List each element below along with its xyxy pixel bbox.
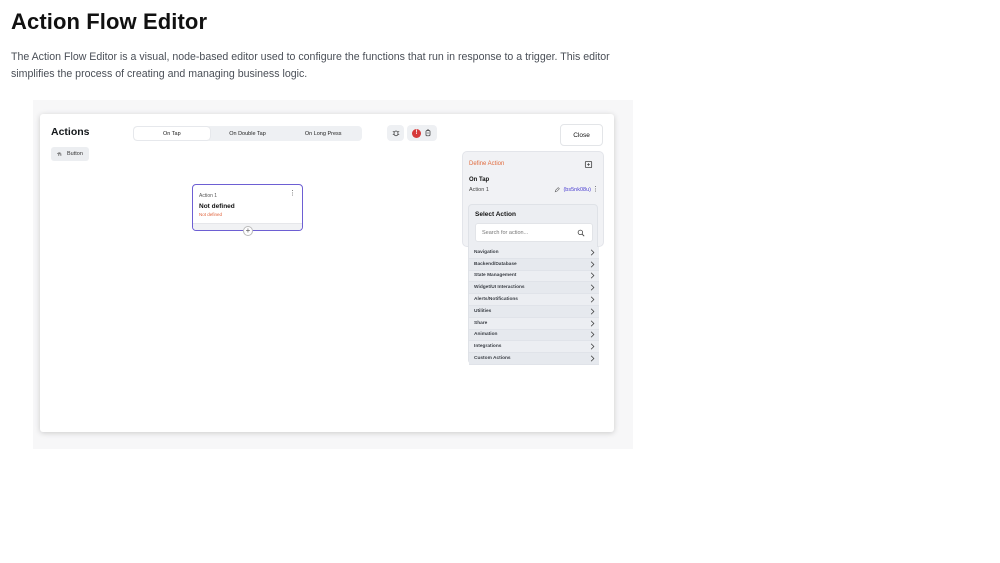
tap-icon <box>57 151 62 156</box>
more-vert-icon[interactable]: ⋮ <box>289 190 296 197</box>
edit-icon <box>555 187 561 193</box>
category-widget-ui-interactions[interactable]: Widget/UI Interactions <box>469 282 599 295</box>
category-label: Integrations <box>474 344 502 350</box>
category-label: Navigation <box>474 249 499 255</box>
category-share[interactable]: Share <box>469 317 599 330</box>
debug-button[interactable] <box>387 125 404 141</box>
chevron-right-icon <box>590 249 595 256</box>
chevron-right-icon <box>590 272 595 280</box>
add-icon[interactable]: + <box>243 226 253 236</box>
define-trigger: On Tap <box>469 177 490 183</box>
category-label: State Management <box>474 273 517 279</box>
category-label: Widget/UI Interactions <box>474 285 525 291</box>
category-label: Backend/Database <box>474 261 517 267</box>
category-alerts-notifications[interactable]: Alerts/Notifications <box>469 294 599 306</box>
search-input[interactable] <box>482 228 572 238</box>
define-action-title: Define Action <box>469 161 505 167</box>
search-icon <box>577 229 585 237</box>
category-utilities[interactable]: Utilities <box>469 305 599 318</box>
action-id[interactable]: (bs5nk08u) <box>554 187 591 193</box>
widget-chip-label: Button <box>67 151 83 157</box>
chevron-right-icon <box>590 261 595 268</box>
history-icon <box>425 129 431 137</box>
error-icon: ! <box>412 128 421 138</box>
chevron-right-icon <box>590 331 595 339</box>
page-title: Action Flow Editor <box>11 9 208 34</box>
trigger-tabs: On Tap On Double Tap On Long Press <box>133 126 362 141</box>
page-description: The Action Flow Editor is a visual, node… <box>11 51 610 80</box>
select-action-title: Select Action <box>475 211 516 218</box>
category-list: Navigation Backend/Database State Manage… <box>469 247 599 365</box>
action-id-text: (bs5nk08u) <box>563 187 591 193</box>
widget-chip[interactable]: Button <box>51 147 89 161</box>
chevron-right-icon <box>590 296 595 303</box>
action-node[interactable]: Action 1 ⋮ Not defined Not defined <box>192 184 303 231</box>
node-status: Not defined <box>199 212 223 217</box>
node-title: Not defined <box>199 203 235 210</box>
chevron-right-icon <box>590 308 595 315</box>
category-custom-actions[interactable]: Custom Actions <box>469 353 599 365</box>
category-label: Utilities <box>474 308 492 314</box>
category-navigation[interactable]: Navigation <box>469 247 599 259</box>
category-label: Animation <box>474 332 498 338</box>
node-label: Action 1 <box>199 193 218 199</box>
chevron-right-icon <box>590 320 595 327</box>
library-icon[interactable] <box>584 160 593 169</box>
category-label: Alerts/Notifications <box>474 297 518 303</box>
category-state-management[interactable]: State Management <box>469 270 599 283</box>
category-animation[interactable]: Animation <box>469 329 599 342</box>
tab-on-long-press[interactable]: On Long Press <box>285 127 361 140</box>
category-label: Share <box>474 320 488 326</box>
select-action-panel: Select Action Navigation Backend/Databas… <box>468 204 599 365</box>
category-integrations[interactable]: Integrations <box>469 341 599 354</box>
category-label: Custom Actions <box>474 356 511 362</box>
define-action-name: Action 1 <box>469 187 489 193</box>
close-button[interactable]: Close <box>560 124 603 146</box>
errors-button[interactable]: ! <box>407 125 437 141</box>
debug-icon <box>392 130 399 137</box>
tab-on-double-tap[interactable]: On Double Tap <box>210 127 286 140</box>
action-flow-editor-window: Actions Button On Tap On Double Tap On L… <box>40 114 614 432</box>
tab-on-tap[interactable]: On Tap <box>134 127 210 140</box>
search-box <box>475 223 593 242</box>
category-backend-database[interactable]: Backend/Database <box>469 258 599 271</box>
chevron-right-icon <box>590 284 595 291</box>
actions-title: Actions <box>51 126 90 138</box>
define-more-icon[interactable]: ⋮ <box>592 185 599 193</box>
chevron-right-icon <box>590 343 595 350</box>
chevron-right-icon <box>590 355 595 362</box>
